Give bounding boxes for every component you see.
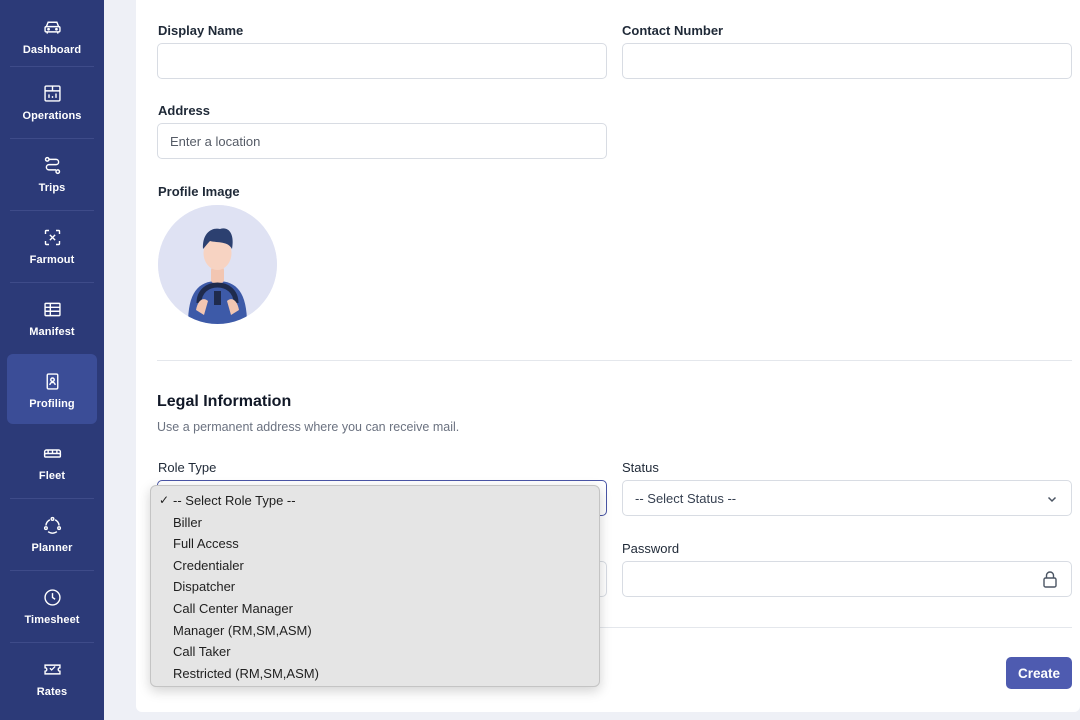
sidebar-item-fleet[interactable]: Fleet bbox=[0, 426, 104, 498]
sidebar-item-rates[interactable]: Rates bbox=[0, 642, 104, 714]
car-icon bbox=[43, 21, 61, 34]
clock-icon bbox=[43, 588, 61, 606]
section-divider bbox=[157, 360, 1072, 361]
sidebar-item-dashboard[interactable]: Dashboard bbox=[0, 0, 104, 72]
status-label: Status bbox=[622, 460, 659, 475]
sidebar-item-label: Manifest bbox=[29, 325, 75, 338]
calendar-chart-icon bbox=[43, 84, 61, 102]
sidebar-item-label: Rates bbox=[36, 685, 68, 698]
sidebar-item-farmout[interactable]: Farmout bbox=[0, 210, 104, 282]
password-label: Password bbox=[622, 541, 680, 556]
status-select-value: -- Select Status -- bbox=[635, 491, 737, 506]
sidebar-item-manifest[interactable]: Manifest bbox=[0, 282, 104, 354]
role-option[interactable]: Restricted (RM,SM,ASM) bbox=[151, 663, 599, 685]
contact-number-input[interactable] bbox=[622, 43, 1072, 79]
display-name-input[interactable] bbox=[157, 43, 607, 79]
table-icon bbox=[43, 302, 61, 316]
role-option[interactable]: Call Taker bbox=[151, 641, 599, 663]
id-badge-icon bbox=[46, 372, 58, 390]
role-option[interactable]: ✓ -- Select Role Type -- bbox=[151, 490, 599, 512]
contact-number-label: Contact Number bbox=[622, 23, 724, 38]
lock-icon bbox=[1043, 571, 1057, 588]
scan-icon bbox=[44, 229, 60, 245]
role-option[interactable]: Biller bbox=[151, 512, 599, 534]
sidebar-item-label: Operations bbox=[22, 109, 82, 122]
role-option[interactable]: Full Access bbox=[151, 533, 599, 555]
sidebar-item-label: Trips bbox=[38, 181, 66, 194]
sidebar-item-label: Timesheet bbox=[24, 613, 80, 626]
address-placeholder: Enter a location bbox=[170, 134, 261, 149]
create-button[interactable]: Create bbox=[1006, 657, 1072, 689]
legal-section-subtitle: Use a permanent address where you can re… bbox=[157, 420, 460, 434]
sidebar-item-label: Profiling bbox=[29, 397, 75, 410]
sidebar-item-trips[interactable]: Trips bbox=[0, 138, 104, 210]
sidebar-item-profiling[interactable]: Profiling bbox=[0, 354, 104, 426]
role-option[interactable]: Manager (RM,SM,ASM) bbox=[151, 620, 599, 642]
profile-image-label: Profile Image bbox=[158, 184, 240, 199]
sidebar-item-label: Dashboard bbox=[22, 43, 82, 56]
role-option[interactable]: Call Center Manager bbox=[151, 598, 599, 620]
route-icon bbox=[44, 156, 60, 174]
password-input[interactable] bbox=[622, 561, 1072, 597]
sidebar-item-timesheet[interactable]: Timesheet bbox=[0, 570, 104, 642]
checkmark-icon: ✓ bbox=[159, 493, 170, 507]
sidebar-item-planner[interactable]: Planner bbox=[0, 498, 104, 570]
ticket-icon bbox=[43, 663, 61, 675]
sidebar-item-label: Planner bbox=[31, 541, 73, 554]
chevron-down-icon bbox=[1047, 496, 1057, 503]
sidebar: Dashboard Operations Trips Farmout Manif… bbox=[0, 0, 104, 720]
role-type-dropdown-menu[interactable]: ✓ -- Select Role Type -- Biller Full Acce… bbox=[150, 485, 600, 687]
status-select[interactable]: -- Select Status -- bbox=[622, 480, 1072, 516]
display-name-label: Display Name bbox=[158, 23, 244, 38]
legal-section-title: Legal Information bbox=[157, 393, 292, 410]
role-type-label: Role Type bbox=[158, 460, 217, 475]
driver-avatar-icon bbox=[158, 205, 277, 324]
planner-icon bbox=[43, 516, 61, 534]
profile-avatar[interactable] bbox=[158, 205, 277, 324]
role-option[interactable]: Credentialer bbox=[151, 555, 599, 577]
sidebar-item-label: Farmout bbox=[29, 253, 75, 266]
role-option[interactable]: Dispatcher bbox=[151, 576, 599, 598]
sidebar-item-label: Fleet bbox=[38, 469, 66, 482]
sidebar-item-operations[interactable]: Operations bbox=[0, 66, 104, 138]
address-label: Address bbox=[158, 103, 211, 118]
address-input[interactable]: Enter a location bbox=[157, 123, 607, 159]
bus-icon bbox=[43, 448, 61, 458]
